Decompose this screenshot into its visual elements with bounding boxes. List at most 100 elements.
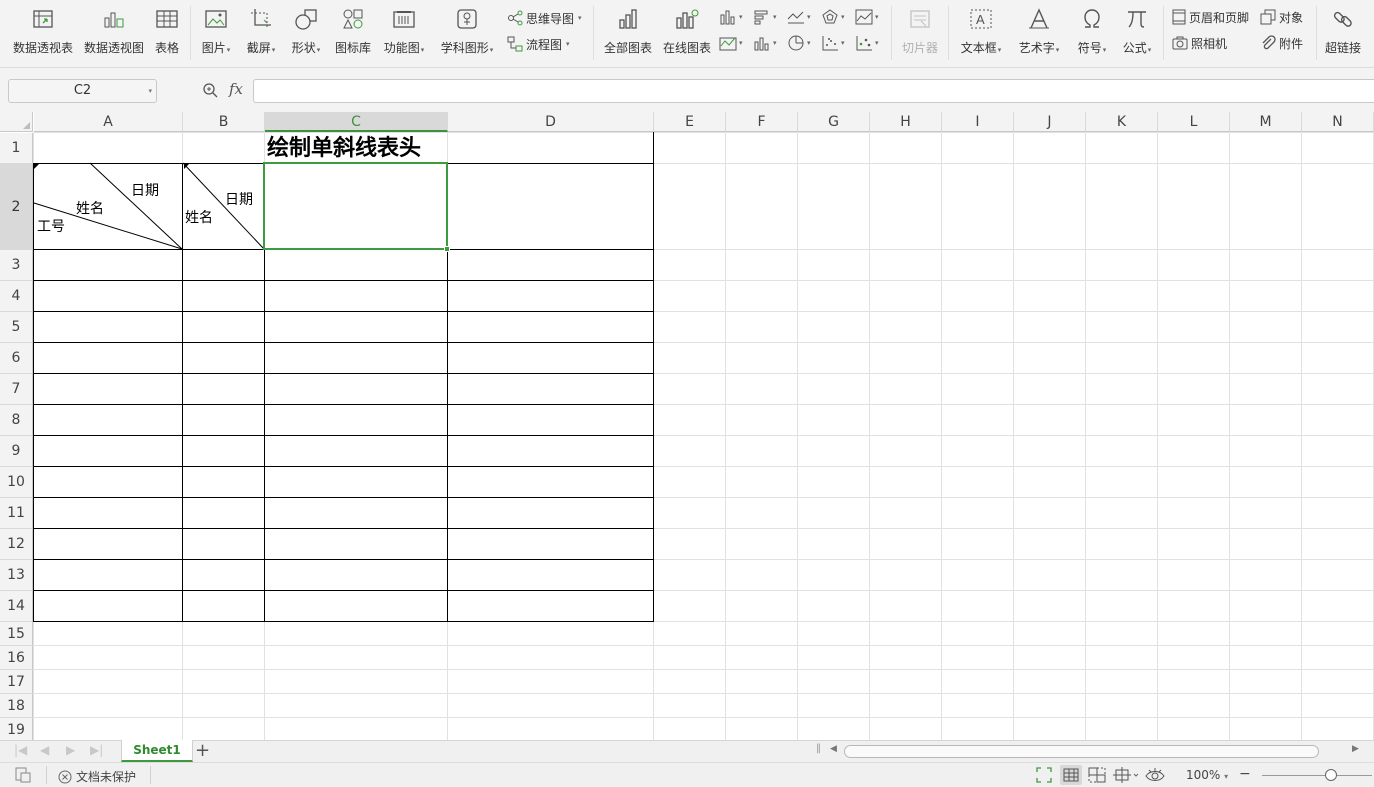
active-cell-c2[interactable] (263, 162, 448, 250)
row-header-1[interactable]: 1 (0, 133, 33, 164)
chevron-down-icon[interactable]: ▾ (148, 80, 152, 102)
pie-chart-dropdown[interactable]: ▾ (787, 33, 811, 53)
bar-chart-dropdown[interactable]: ▾ (753, 7, 777, 27)
page-layout-view-icon[interactable] (1113, 767, 1139, 783)
row-header-11[interactable]: 11 (0, 498, 33, 529)
column-header-c[interactable]: C (265, 112, 448, 132)
picture-button[interactable]: 图片▾ (198, 6, 234, 56)
shape-button[interactable]: 形状▾ (288, 6, 324, 56)
row-header-19[interactable]: 19 (0, 718, 33, 740)
flowchart-button[interactable]: 流程图▾ (507, 34, 570, 54)
header-cell-a2[interactable] (34, 163, 182, 249)
row-header-15[interactable]: 15 (0, 622, 33, 646)
zoom-formula-icon[interactable] (202, 82, 218, 98)
wordart-button[interactable]: 艺术字▾ (1015, 6, 1063, 56)
line-chart-dropdown[interactable]: ▾ (787, 7, 811, 27)
prev-sheet-icon[interactable]: ◀ (40, 743, 49, 757)
sheet-tab-sheet1[interactable]: Sheet1 (121, 740, 193, 762)
column-header-d[interactable]: D (448, 112, 654, 132)
next-sheet-icon[interactable]: ▶ (66, 743, 75, 757)
normal-view-button[interactable] (1060, 765, 1082, 785)
horizontal-scrollbar[interactable]: ‖ ◀ ▶ (814, 742, 1364, 760)
formula-input[interactable] (253, 79, 1374, 103)
object-button[interactable]: 对象 (1260, 7, 1303, 27)
header-cell-b2[interactable] (183, 163, 264, 249)
splitter-icon[interactable]: ‖ (816, 743, 821, 754)
slicer-button[interactable]: 切片器 (899, 6, 941, 56)
column-header-e[interactable]: E (654, 112, 726, 132)
zoom-out-icon[interactable]: − (1239, 766, 1251, 782)
column-header-l[interactable]: L (1158, 112, 1230, 132)
mind-map-button[interactable]: 思维导图▾ (507, 8, 582, 28)
fill-handle[interactable] (444, 246, 450, 252)
hyperlink-button[interactable]: 超链接 (1323, 6, 1363, 56)
textbox-button[interactable]: A 文本框▾ (957, 6, 1005, 56)
row-header-2[interactable]: 2 (0, 164, 33, 250)
symbol-button[interactable]: 符号▾ (1073, 6, 1111, 56)
icon-library-button[interactable]: 图标库 (333, 6, 373, 56)
column-chart-dropdown[interactable]: ▾ (719, 7, 743, 27)
column-header-a[interactable]: A (34, 112, 183, 132)
camera-button[interactable]: 照相机 (1172, 33, 1227, 53)
pivot-chart-button[interactable]: 数据透视图 (83, 6, 145, 56)
row-header-18[interactable]: 18 (0, 694, 33, 718)
row-header-7[interactable]: 7 (0, 374, 33, 405)
cell-d2[interactable] (448, 163, 653, 249)
row-header-17[interactable]: 17 (0, 670, 33, 694)
table-button[interactable]: 表格 (151, 6, 183, 56)
reading-mode-icon[interactable] (1145, 767, 1165, 783)
stock-chart-dropdown[interactable]: ▾ (719, 33, 743, 53)
scrollbar-thumb[interactable] (844, 745, 1319, 758)
column-header-g[interactable]: G (798, 112, 870, 132)
last-sheet-icon[interactable]: ▶| (90, 743, 103, 757)
column-header-i[interactable]: I (942, 112, 1014, 132)
row-header-13[interactable]: 13 (0, 560, 33, 591)
worksheet-grid[interactable]: ABCDEFGHIJKLMN 1234567891011121314151617… (0, 112, 1374, 740)
column-header-b[interactable]: B (183, 112, 265, 132)
select-all-corner[interactable] (0, 112, 33, 132)
subject-shape-button[interactable]: 学科图形▾ (438, 6, 496, 56)
column-header-f[interactable]: F (726, 112, 798, 132)
row-header-5[interactable]: 5 (0, 312, 33, 343)
page-break-view-icon[interactable] (1088, 767, 1106, 783)
function-chart-button[interactable]: 功能图▾ (380, 6, 428, 56)
screenshot-button[interactable]: 截屏▾ (243, 6, 279, 56)
zoom-slider[interactable] (1262, 775, 1372, 776)
row-header-4[interactable]: 4 (0, 281, 33, 312)
all-charts-button[interactable]: 全部图表 (602, 6, 654, 56)
first-sheet-icon[interactable]: |◀ (14, 743, 27, 757)
scroll-right-icon[interactable]: ▶ (1352, 744, 1359, 754)
add-sheet-icon[interactable]: + (195, 741, 210, 761)
row-header-12[interactable]: 12 (0, 529, 33, 560)
formula-button[interactable]: 公式▾ (1119, 6, 1155, 56)
scatter-chart-dropdown[interactable]: ▾ (821, 33, 845, 53)
pivot-table-button[interactable]: 数据透视表 (10, 6, 76, 56)
document-status-icon[interactable] (14, 767, 32, 783)
column-header-k[interactable]: K (1086, 112, 1158, 132)
area-chart-dropdown[interactable]: ▾ (855, 7, 879, 27)
column-header-j[interactable]: J (1014, 112, 1086, 132)
zoom-level[interactable]: 100% ▾ (1186, 768, 1228, 782)
scroll-left-icon[interactable]: ◀ (830, 744, 837, 754)
row-header-3[interactable]: 3 (0, 250, 33, 281)
fullscreen-icon[interactable] (1036, 767, 1052, 783)
column-header-h[interactable]: H (870, 112, 942, 132)
row-header-16[interactable]: 16 (0, 646, 33, 670)
zoom-slider-knob[interactable] (1325, 769, 1337, 781)
column-header-m[interactable]: M (1230, 112, 1302, 132)
title-cell-a1[interactable]: 绘制单斜线表头 (34, 133, 654, 163)
row-header-10[interactable]: 10 (0, 467, 33, 498)
attachment-button[interactable]: 附件 (1260, 33, 1303, 53)
row-header-8[interactable]: 8 (0, 405, 33, 436)
more-charts-dropdown[interactable]: ▾ (855, 33, 879, 53)
column-header-n[interactable]: N (1302, 112, 1374, 132)
fx-icon[interactable]: fx (229, 80, 243, 98)
name-box[interactable]: C2 ▾ (8, 79, 157, 103)
protection-status[interactable]: 文档未保护 (58, 768, 136, 785)
online-charts-button[interactable]: 在线图表 (661, 6, 713, 56)
row-header-14[interactable]: 14 (0, 591, 33, 622)
row-header-9[interactable]: 9 (0, 436, 33, 467)
header-footer-button[interactable]: 页眉和页脚 (1172, 7, 1249, 27)
row-header-6[interactable]: 6 (0, 343, 33, 374)
radar-chart-dropdown[interactable]: ▾ (821, 7, 845, 27)
